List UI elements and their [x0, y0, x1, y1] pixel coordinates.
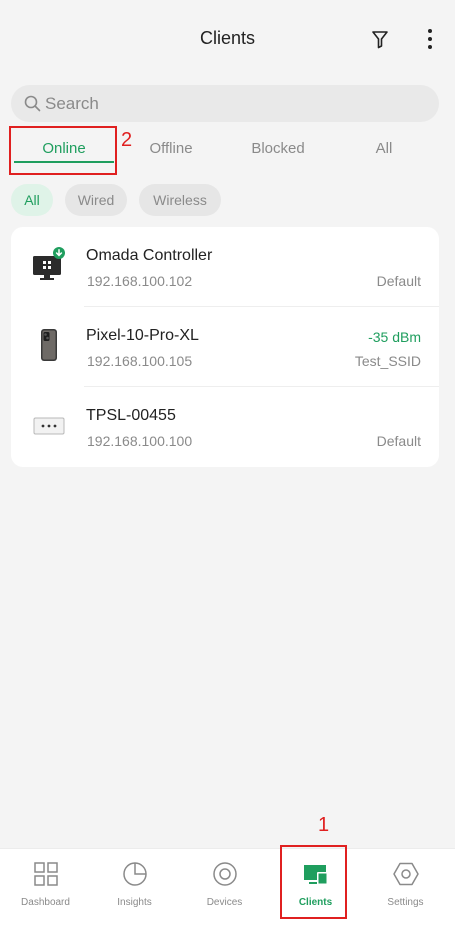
controller-icon — [33, 247, 65, 280]
annotation-number-2: 2 — [121, 129, 133, 151]
client-ip: 192.168.100.100 — [87, 433, 193, 449]
devices-icon — [213, 862, 237, 886]
nav-insights[interactable]: Insights — [89, 849, 180, 928]
phone-icon — [41, 329, 57, 361]
client-network: Default — [376, 433, 421, 449]
nav-dashboard[interactable]: Dashboard — [0, 849, 91, 928]
client-network: Test_SSID — [354, 353, 421, 369]
nav-devices[interactable]: Devices — [179, 849, 270, 928]
annotation-box-1 — [280, 845, 347, 919]
connection-type-filter: All Wired Wireless — [11, 184, 451, 216]
generic-device-icon — [33, 417, 65, 435]
annotation-box-2 — [9, 126, 117, 175]
search-input[interactable]: Search — [11, 85, 439, 122]
filter-icon[interactable] — [370, 28, 390, 50]
chip-wired[interactable]: Wired — [65, 184, 127, 216]
client-network: Default — [376, 273, 421, 289]
tab-all[interactable]: All — [360, 140, 408, 157]
tab-offline[interactable]: Offline — [136, 140, 206, 157]
client-name: Omada Controller — [86, 247, 213, 264]
tab-blocked[interactable]: Blocked — [238, 140, 318, 157]
client-row[interactable]: Omada Controller 192.168.100.102 Default — [11, 227, 439, 307]
client-ip: 192.168.100.105 — [87, 353, 193, 369]
annotation-number-1: 1 — [318, 814, 330, 836]
client-row[interactable]: Pixel-10-Pro-XL 192.168.100.105 -35 dBm … — [11, 307, 439, 387]
client-signal: -35 dBm — [368, 329, 421, 345]
client-name: TPSL-00455 — [86, 407, 176, 424]
client-row[interactable]: TPSL-00455 192.168.100.100 Default — [11, 387, 439, 467]
nav-label: Insights — [117, 897, 152, 908]
top-bar: Clients — [0, 0, 455, 78]
client-ip: 192.168.100.102 — [87, 273, 193, 289]
nav-label: Settings — [387, 897, 424, 908]
nav-label: Dashboard — [21, 897, 70, 908]
more-options-icon[interactable] — [420, 27, 440, 51]
dashboard-icon — [34, 862, 58, 886]
insights-icon — [123, 862, 147, 886]
bottom-navigation: Dashboard Insights Devices Clients Setti… — [0, 845, 455, 928]
chip-wireless[interactable]: Wireless — [139, 184, 221, 216]
chip-all[interactable]: All — [11, 184, 53, 216]
client-name: Pixel-10-Pro-XL — [86, 327, 199, 344]
nav-label: Devices — [206, 897, 243, 908]
settings-icon — [393, 862, 419, 886]
client-list: Omada Controller 192.168.100.102 Default… — [11, 227, 439, 467]
search-icon — [24, 95, 41, 112]
nav-settings[interactable]: Settings — [360, 849, 451, 928]
search-placeholder: Search — [45, 94, 99, 113]
